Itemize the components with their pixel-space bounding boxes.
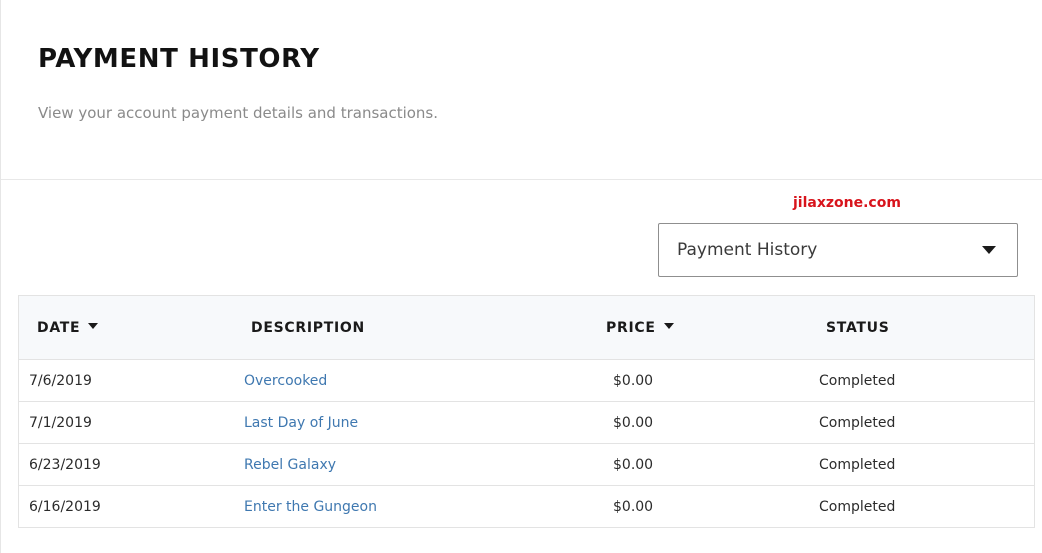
watermark-text: jilaxzone.com xyxy=(793,195,901,211)
row-price: $0.00 xyxy=(613,457,654,473)
table-row: 6/23/2019 Rebel Galaxy $0.00 Completed xyxy=(19,444,1034,486)
chevron-down-icon xyxy=(982,246,996,254)
table-row: 7/6/2019 Overcooked $0.00 Completed xyxy=(19,360,1034,402)
row-price: $0.00 xyxy=(613,499,654,515)
table-row: 6/16/2019 Enter the Gungeon $0.00 Comple… xyxy=(19,486,1034,528)
history-type-dropdown[interactable]: Payment History xyxy=(658,223,1018,277)
row-description-link[interactable]: Enter the Gungeon xyxy=(244,499,377,515)
page-header: PAYMENT HISTORY View your account paymen… xyxy=(1,0,1042,180)
table-row: 7/1/2019 Last Day of June $0.00 Complete… xyxy=(19,402,1034,444)
payment-history-page: PAYMENT HISTORY View your account paymen… xyxy=(0,0,1042,553)
column-header-status: STATUS xyxy=(826,320,890,336)
row-status: Completed xyxy=(819,457,896,473)
sort-down-icon xyxy=(663,323,674,329)
page-subtitle: View your account payment details and tr… xyxy=(38,104,439,122)
sort-down-icon xyxy=(88,323,99,329)
row-status: Completed xyxy=(819,373,896,389)
table-header: DATE DESCRIPTION PRICE STATUS xyxy=(19,296,1034,360)
row-date: 6/16/2019 xyxy=(29,499,101,515)
column-header-price[interactable]: PRICE xyxy=(606,320,674,336)
row-date: 7/1/2019 xyxy=(29,415,92,431)
row-status: Completed xyxy=(819,499,896,515)
column-header-price-label: PRICE xyxy=(606,320,656,336)
column-header-date[interactable]: DATE xyxy=(37,320,99,336)
dropdown-selected-value: Payment History xyxy=(677,240,818,260)
row-status: Completed xyxy=(819,415,896,431)
row-price: $0.00 xyxy=(613,415,654,431)
row-description-link[interactable]: Rebel Galaxy xyxy=(244,457,336,473)
row-date: 6/23/2019 xyxy=(29,457,101,473)
column-header-description-label: DESCRIPTION xyxy=(251,320,365,336)
payment-table: DATE DESCRIPTION PRICE STATUS 7/6/2019 O… xyxy=(18,295,1035,528)
row-description-link[interactable]: Last Day of June xyxy=(244,415,358,431)
row-price: $0.00 xyxy=(613,373,654,389)
row-description-link[interactable]: Overcooked xyxy=(244,373,327,389)
column-header-description: DESCRIPTION xyxy=(251,320,365,336)
column-header-status-label: STATUS xyxy=(826,320,890,336)
page-title: PAYMENT HISTORY xyxy=(38,44,320,74)
row-date: 7/6/2019 xyxy=(29,373,92,389)
column-header-date-label: DATE xyxy=(37,320,81,336)
